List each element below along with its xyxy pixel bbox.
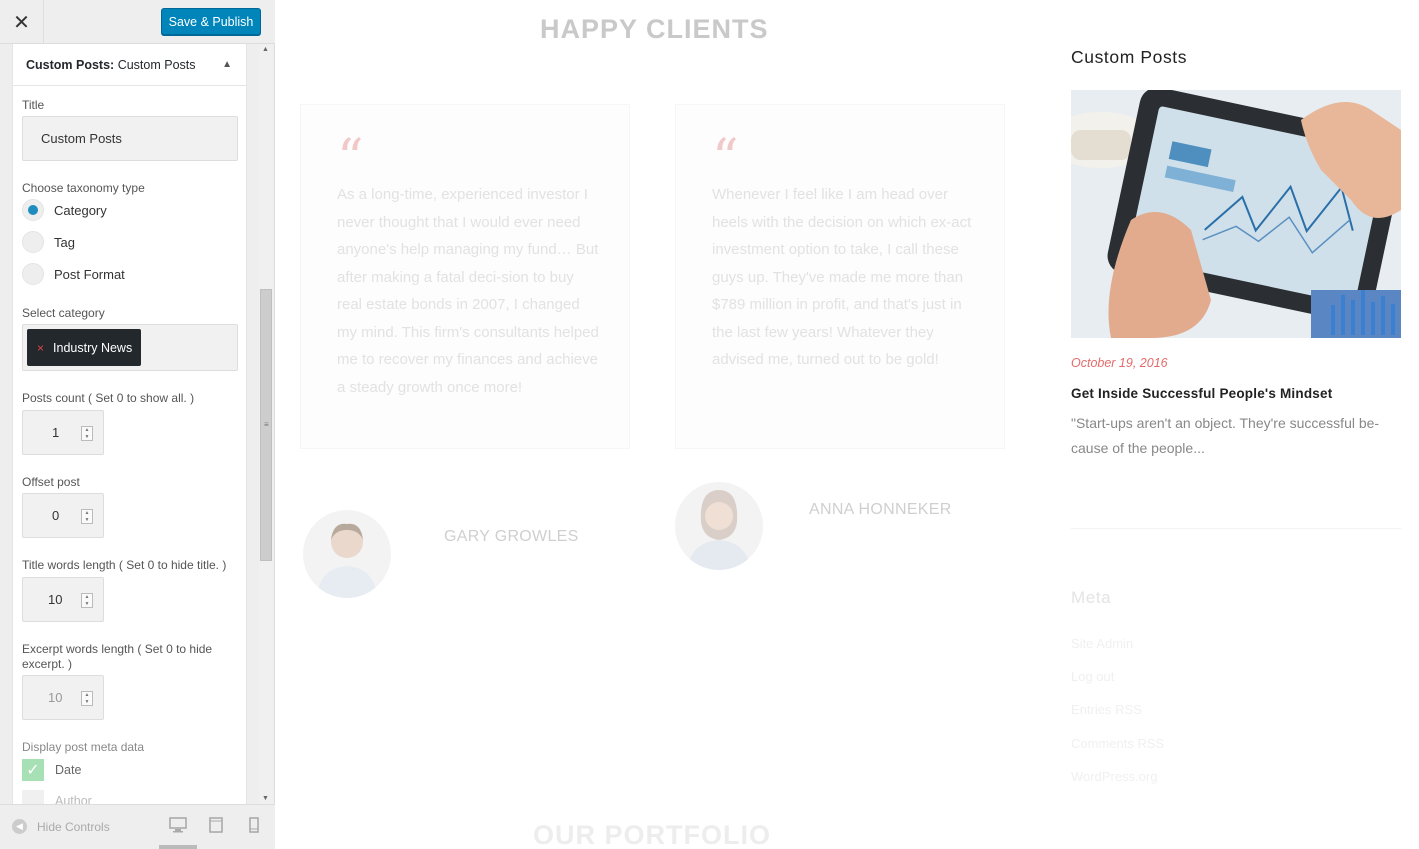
meta-link-wordpress[interactable]: WordPress.org <box>1071 769 1157 784</box>
checkbox-author-label: Author <box>55 794 92 804</box>
radio-post-format[interactable]: Post Format <box>22 263 125 285</box>
spinner-arrows-icon[interactable]: ▲ ▼ <box>81 691 93 706</box>
grip-icon: ≡ <box>264 420 269 429</box>
excerpt-words-value: 10 <box>48 690 63 705</box>
client-name: ANNA HONNEKER <box>809 501 952 518</box>
hide-controls-button[interactable]: ◀ Hide Controls <box>12 819 110 834</box>
radio-tag[interactable]: Tag <box>22 231 75 253</box>
widget-panel: Custom Posts: Custom Posts ▲ Title Custo… <box>12 44 247 804</box>
widget-title: Custom Posts <box>1071 47 1188 67</box>
offset-label: Offset post <box>22 475 80 489</box>
title-words-label: Title words length ( Set 0 to hide title… <box>22 558 227 572</box>
portfolio-title: OUR PORTFOLIO <box>533 820 771 849</box>
save-publish-button[interactable]: Save & Publish <box>161 8 261 35</box>
checkbox-date[interactable]: ✓ Date <box>22 759 81 781</box>
checkmark-icon[interactable]: ✓ <box>22 759 44 781</box>
posts-count-label: Posts count ( Set 0 to show all. ) <box>22 391 195 405</box>
offset-stepper[interactable]: 0 ▲ ▼ <box>22 493 104 538</box>
hide-controls-label: Hide Controls <box>37 819 110 834</box>
close-icon[interactable]: ✕ <box>0 0 44 44</box>
post-date: October 19, 2016 <box>1071 356 1168 370</box>
checkbox-date-label: Date <box>55 763 82 777</box>
meta-link-log-out[interactable]: Log out <box>1071 669 1114 684</box>
radio-unchecked-icon[interactable] <box>22 263 44 285</box>
desktop-icon[interactable] <box>169 817 187 837</box>
radio-label-category: Category <box>54 202 107 218</box>
quote-icon: “ <box>337 129 364 189</box>
customizer-header: ✕ Save & Publish <box>0 0 275 44</box>
title-label: Title <box>22 98 45 112</box>
active-device-indicator <box>159 845 197 849</box>
meta-data-label: Display post meta data <box>22 740 145 754</box>
widget-divider <box>1071 528 1401 529</box>
customizer-footer: ◀ Hide Controls <box>0 804 275 849</box>
scrollbar-thumb[interactable]: ≡ <box>260 289 272 561</box>
post-thumbnail[interactable] <box>1071 90 1401 338</box>
posts-count-stepper[interactable]: 1 ▲ ▼ <box>22 410 104 455</box>
avatar <box>303 510 391 598</box>
checkbox-author[interactable]: Author <box>22 790 92 804</box>
testimonial-card: “ Whenever I feel like I am head over he… <box>675 104 1005 449</box>
radio-unchecked-icon[interactable] <box>22 231 44 253</box>
customizer-sidebar: ✕ Save & Publish Custom Posts: Custom Po… <box>0 0 275 849</box>
section-prefix: Custom Posts: <box>26 57 115 72</box>
title-input[interactable]: Custom Posts <box>22 116 238 161</box>
posts-count-value: 1 <box>52 425 60 440</box>
title-words-stepper[interactable]: 10 ▲ ▼ <box>22 577 104 622</box>
category-label: Select category <box>22 306 105 320</box>
site-preview: HAPPY CLIENTS “ As a long-time, experien… <box>275 0 1419 849</box>
meta-widget-title: Meta <box>1071 588 1112 607</box>
testimonial-card: “ As a long-time, experienced investor I… <box>300 104 630 449</box>
offset-value: 0 <box>52 508 60 523</box>
remove-tag-icon[interactable]: × <box>37 341 44 355</box>
section-name: Custom Posts <box>117 57 196 72</box>
meta-link-site-admin[interactable]: Site Admin <box>1071 636 1133 651</box>
post-title-link[interactable]: Get Inside Successful People's Mindset <box>1071 386 1332 401</box>
testimonial-text: As a long-time, experienced investor I n… <box>337 186 599 396</box>
scroll-up-icon[interactable]: ▲ <box>262 46 269 53</box>
radio-category[interactable]: Category <box>22 199 107 221</box>
quote-icon: “ <box>712 129 739 189</box>
radio-checked-icon[interactable] <box>22 199 44 221</box>
collapse-arrow-icon: ◀ <box>12 819 27 834</box>
category-tag-label: Industry News <box>53 340 133 355</box>
checkbox-unchecked-icon[interactable] <box>22 790 44 804</box>
customizer-controls: Custom Posts: Custom Posts ▲ Title Custo… <box>0 44 275 804</box>
spinner-arrows-icon[interactable]: ▲ ▼ <box>81 509 93 524</box>
title-words-value: 10 <box>48 592 63 607</box>
mobile-icon[interactable] <box>249 817 259 837</box>
radio-label-tag: Tag <box>54 234 75 250</box>
customizer-scrollbar[interactable]: ▲ ≡ ▼ <box>259 44 273 804</box>
spinner-arrows-icon[interactable]: ▲ ▼ <box>81 426 93 441</box>
taxonomy-label: Choose taxonomy type <box>22 181 145 195</box>
excerpt-words-stepper[interactable]: 10 ▲ ▼ <box>22 675 104 720</box>
testimonial-text: Whenever I feel like I am head over heel… <box>712 186 972 368</box>
post-excerpt: "Start-ups aren't an object. They're suc… <box>1071 415 1380 456</box>
radio-label-post-format: Post Format <box>54 266 125 282</box>
avatar <box>675 482 763 570</box>
scroll-down-icon[interactable]: ▼ <box>262 795 269 802</box>
widget-section-header[interactable]: Custom Posts: Custom Posts ▲ <box>13 44 246 86</box>
tablet-icon[interactable] <box>209 817 223 837</box>
client-name: GARY GROWLES <box>444 528 579 545</box>
meta-link-comments-rss[interactable]: Comments RSS <box>1071 736 1164 751</box>
category-select[interactable]: × Industry News <box>22 324 238 371</box>
meta-link-entries-rss[interactable]: Entries RSS <box>1071 702 1142 717</box>
spinner-arrows-icon[interactable]: ▲ ▼ <box>81 593 93 608</box>
excerpt-words-label: Excerpt words length ( Set 0 to hide exc… <box>22 642 213 671</box>
collapse-arrow-icon[interactable]: ▲ <box>222 59 232 70</box>
category-tag: × Industry News <box>27 329 142 366</box>
section-title: HAPPY CLIENTS <box>540 14 769 44</box>
